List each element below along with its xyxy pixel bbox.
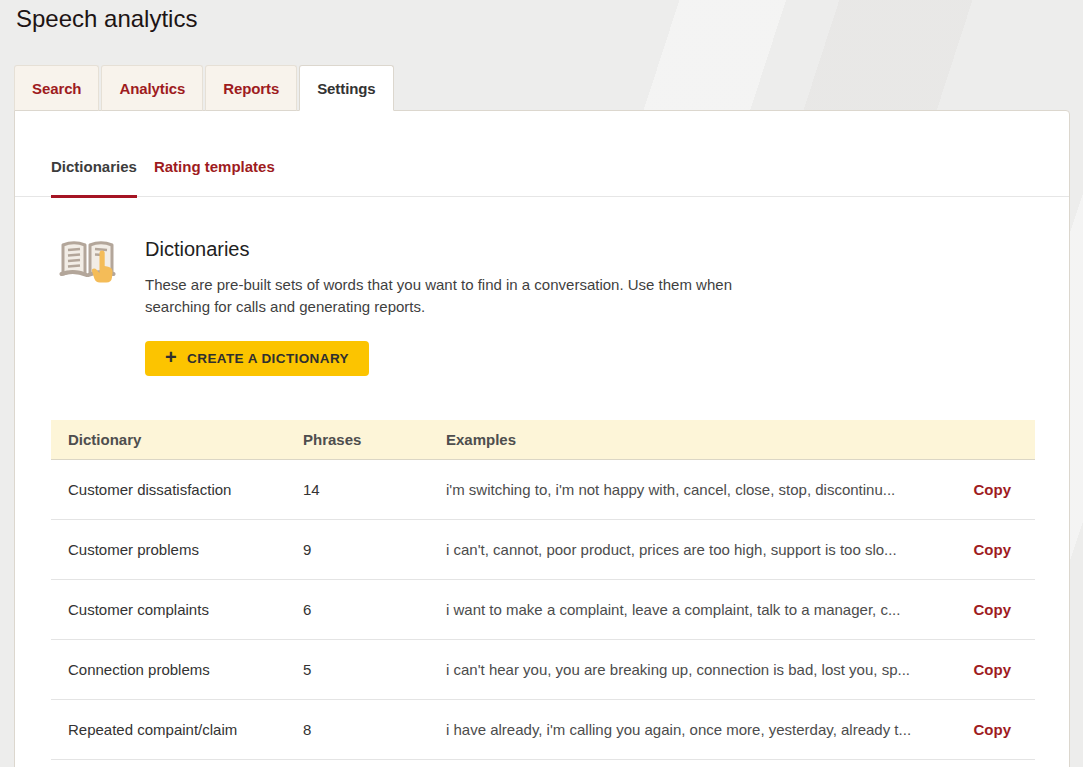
examples-text: i have already, i'm calling you again, o… (446, 721, 974, 738)
examples-text: i can't, cannot, poor product, prices ar… (446, 541, 974, 558)
main-tabs: Search Analytics Reports Settings (14, 65, 1083, 111)
dictionary-name: Customer dissatisfaction (68, 481, 303, 498)
plus-icon: + (165, 346, 177, 369)
subtab-dictionaries[interactable]: Dictionaries (51, 157, 137, 198)
dictionary-name: Connection problems (68, 661, 303, 678)
examples-text: i'm switching to, i'm not happy with, ca… (446, 481, 974, 498)
copy-link[interactable]: Copy (974, 721, 1012, 738)
phrases-count: 5 (303, 661, 446, 678)
phrases-count: 9 (303, 541, 446, 558)
table-header: Dictionary Phrases Examples (51, 420, 1035, 460)
tab-analytics[interactable]: Analytics (101, 65, 203, 111)
settings-panel: Dictionaries Rating templates Dictionari… (14, 110, 1070, 767)
section-description: These are pre-built sets of words that y… (145, 274, 770, 318)
create-dictionary-label: CREATE A DICTIONARY (187, 351, 349, 366)
copy-link[interactable]: Copy (974, 601, 1012, 618)
dictionary-name: Customer problems (68, 541, 303, 558)
table-row: Customer dissatisfaction 14 i'm switchin… (51, 460, 1035, 520)
tab-reports[interactable]: Reports (205, 65, 297, 111)
col-examples: Examples (446, 431, 1011, 448)
col-phrases: Phrases (303, 431, 446, 448)
page-title: Speech analytics (0, 0, 1083, 36)
phrases-count: 8 (303, 721, 446, 738)
copy-link[interactable]: Copy (974, 481, 1012, 498)
examples-text: i can't hear you, you are breaking up, c… (446, 661, 974, 678)
settings-subtabs: Dictionaries Rating templates (15, 111, 1069, 197)
phrases-count: 14 (303, 481, 446, 498)
subtab-rating-templates[interactable]: Rating templates (154, 157, 275, 196)
table-row: Customer problems 9 i can't, cannot, poo… (51, 520, 1035, 580)
section-title: Dictionaries (145, 237, 770, 261)
copy-link[interactable]: Copy (974, 661, 1012, 678)
dictionary-name: Customer complaints (68, 601, 303, 618)
tab-search[interactable]: Search (14, 65, 99, 111)
table-row: Connection problems 5 i can't hear you, … (51, 640, 1035, 700)
dictionary-name: Repeated compaint/claim (68, 721, 303, 738)
dictionary-book-icon (59, 237, 117, 287)
examples-text: i want to make a complaint, leave a comp… (446, 601, 974, 618)
create-dictionary-button[interactable]: + CREATE A DICTIONARY (145, 341, 369, 376)
dictionaries-table: Dictionary Phrases Examples Customer dis… (51, 420, 1035, 760)
phrases-count: 6 (303, 601, 446, 618)
col-dictionary: Dictionary (68, 431, 303, 448)
dictionaries-intro: Dictionaries These are pre-built sets of… (15, 197, 1069, 376)
tab-settings[interactable]: Settings (299, 65, 393, 111)
table-row: Repeated compaint/claim 8 i have already… (51, 700, 1035, 760)
copy-link[interactable]: Copy (974, 541, 1012, 558)
table-row: Customer complaints 6 i want to make a c… (51, 580, 1035, 640)
